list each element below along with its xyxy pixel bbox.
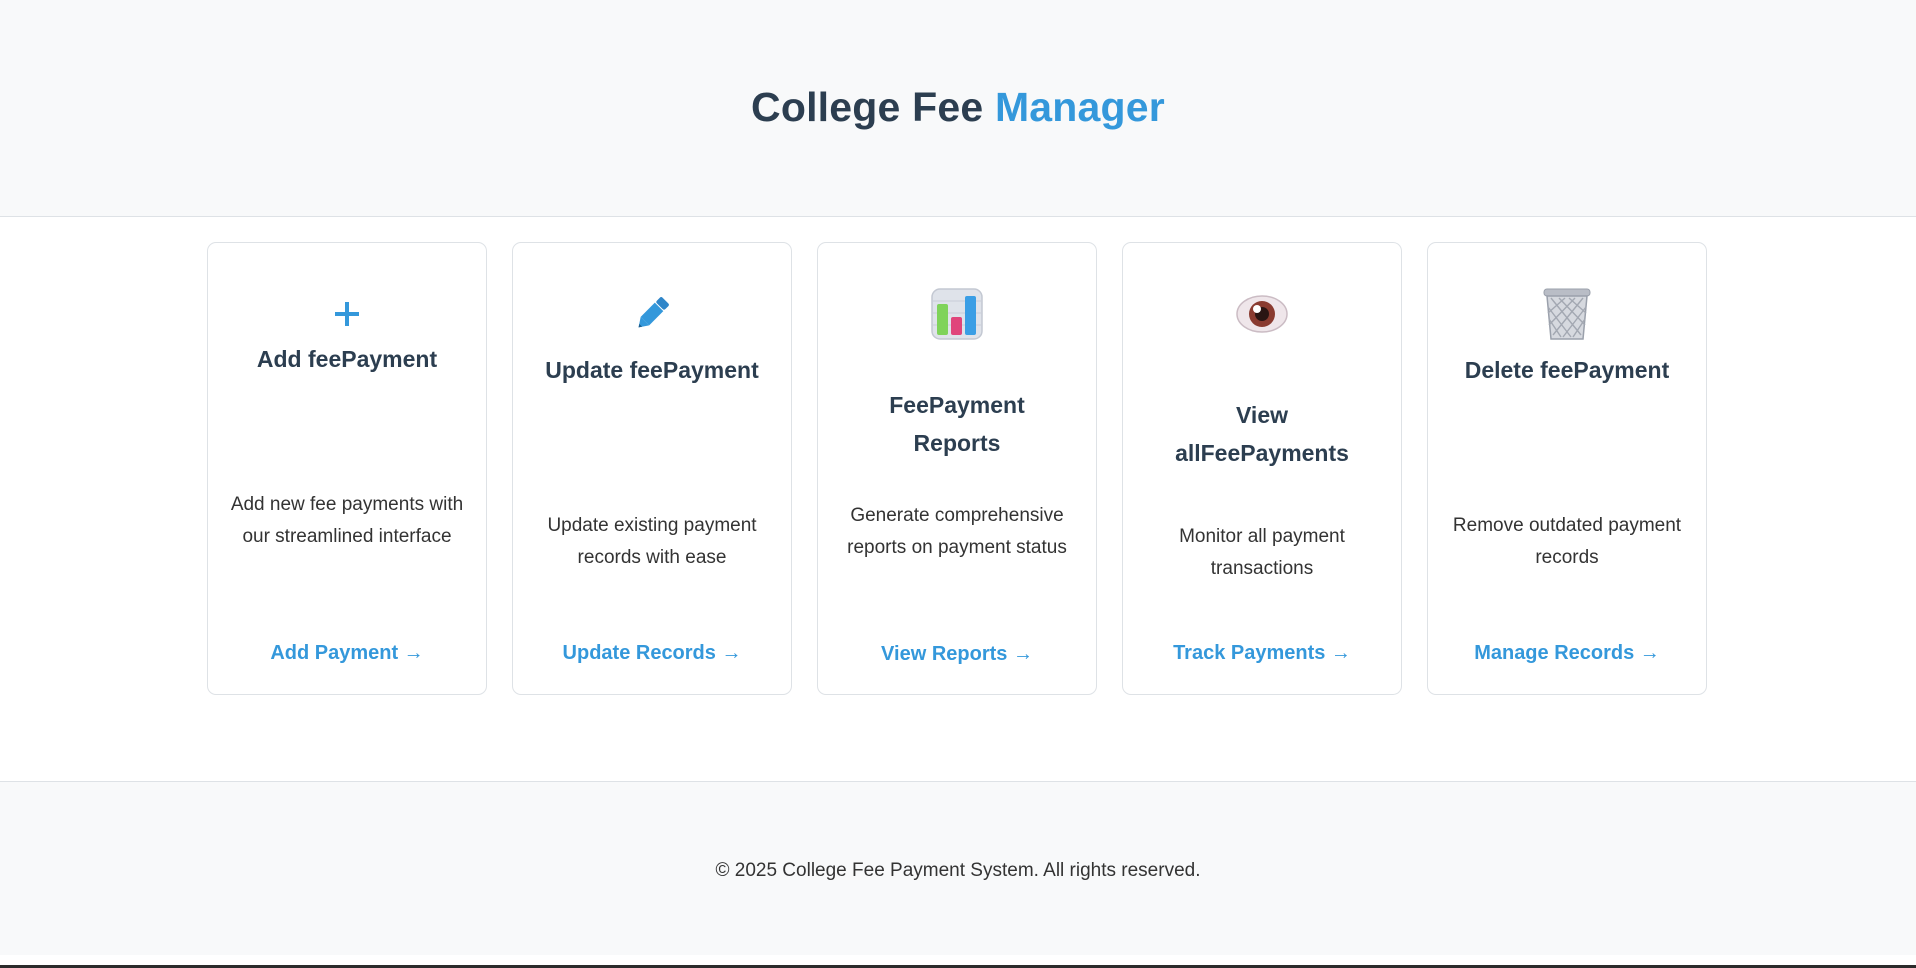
card-title: Delete feePayment [1464,357,1670,383]
copyright-text: © 2025 College Fee Payment System. All r… [715,859,1201,881]
card-title: Add feePayment [256,346,438,372]
card-description: Add new fee payments with our streamline… [230,494,464,547]
card-title-text: FeePayment Reports [889,392,1025,456]
page-title-accent: Manager [994,83,1165,130]
view-reports-link[interactable]: View Reports → [818,643,1096,666]
page-title: College Fee Manager [751,84,1165,131]
card-fee-payment-reports: FeePayment Reports Generate comprehensiv… [817,242,1097,695]
manage-records-link[interactable]: Manage Records → [1428,642,1706,665]
card-description: Monitor all payment transactions [1179,526,1345,579]
page-header: College Fee Manager [0,0,1916,217]
card-description: Remove outdated payment records [1452,515,1682,568]
card-view-all-fee-payments: View allFeePayments Monitor all payment … [1122,242,1402,695]
add-payment-link[interactable]: Add Payment → [208,642,486,665]
action-cards: Add feePayment Add new fee payments with… [207,242,1707,695]
card-description: Generate comprehensive reports on paymen… [847,505,1067,558]
bar-chart-icon [818,283,1096,345]
eye-icon [1123,283,1401,345]
card-title-text: View allFeePayments [1175,402,1349,466]
pencil-icon [513,283,791,345]
card-title: FeePayment Reports [838,386,1076,462]
track-payments-link[interactable]: Track Payments → [1123,642,1401,665]
page-title-main: College Fee [751,83,995,130]
wastebasket-icon [1428,283,1706,345]
page: College Fee Manager Add feePayment Add n… [0,0,1916,968]
card-title: Update feePayment [545,357,759,383]
card-delete-fee-payment: Delete feePayment Remove outdated paymen… [1427,242,1707,695]
card-title: View allFeePayments [1143,396,1381,472]
card-add-fee-payment: Add feePayment Add new fee payments with… [207,242,487,695]
card-description: Update existing payment records with eas… [547,515,757,568]
plus-icon [208,283,486,345]
card-update-fee-payment: Update feePayment Update existing paymen… [512,242,792,695]
update-records-link[interactable]: Update Records → [513,642,791,665]
page-footer: © 2025 College Fee Payment System. All r… [0,781,1916,955]
